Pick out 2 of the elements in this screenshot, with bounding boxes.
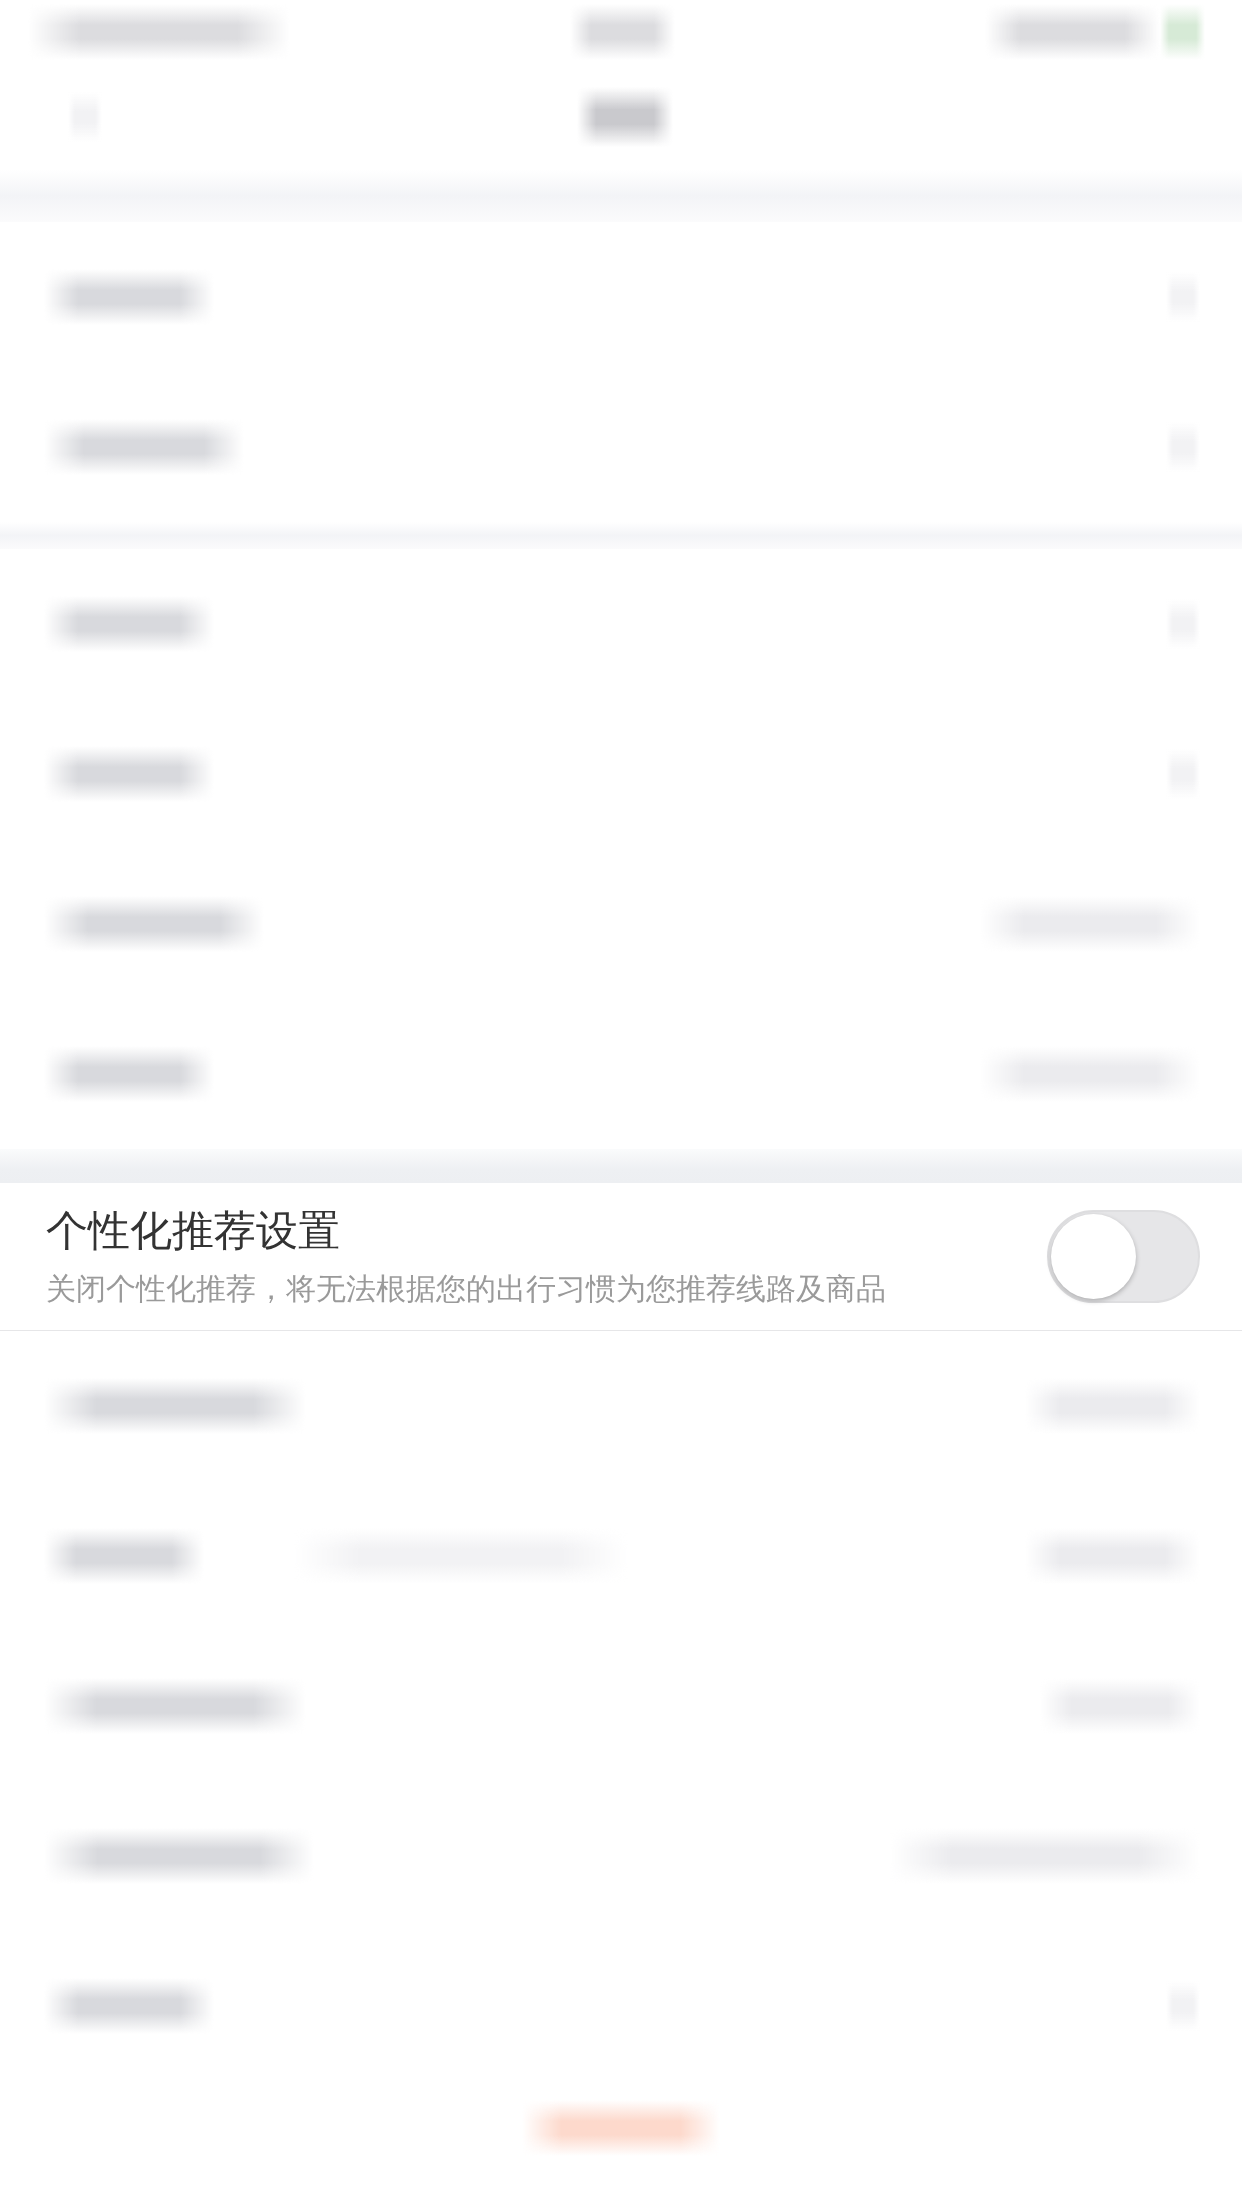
setting-title: 个性化推荐设置 (46, 1206, 341, 1256)
setting-description: 关闭个性化推荐，将无法根据您的出行习惯为您推荐线路及商品 (46, 1271, 886, 1307)
